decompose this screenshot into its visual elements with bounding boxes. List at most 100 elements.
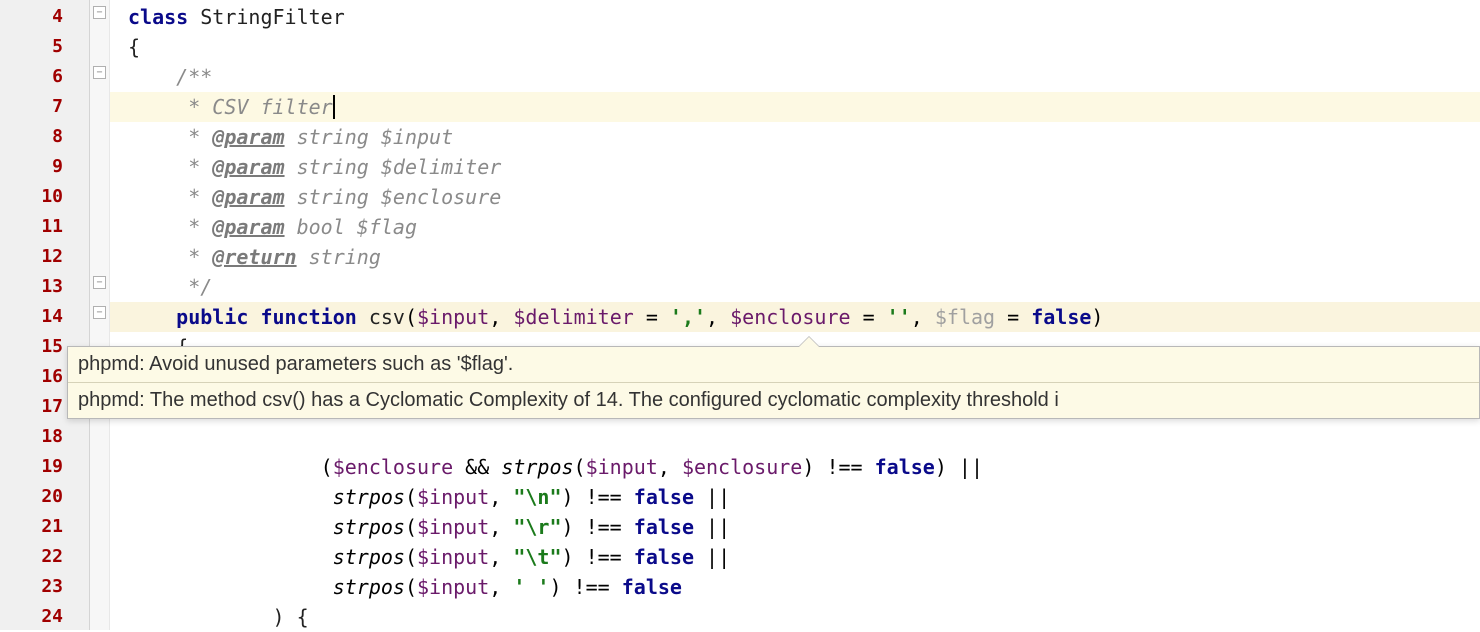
fold-toggle-icon[interactable]: − [93, 276, 106, 289]
code-editor[interactable]: 4 5 6 7 8 9 10 11 12 13 14 15 16 17 18 1… [0, 0, 1480, 630]
operator: = [634, 305, 670, 329]
variable: $input [417, 485, 489, 509]
string-literal: "\t" [513, 545, 561, 569]
fold-toggle-icon[interactable]: − [93, 6, 106, 19]
doc-comment: * [176, 155, 212, 179]
function-call: strpos [333, 485, 405, 509]
operator: !== [574, 485, 634, 509]
comma: , [489, 545, 513, 569]
operator: !== [574, 545, 634, 569]
code-line[interactable]: /** [110, 62, 1480, 92]
line-number: 12 [0, 242, 89, 272]
variable: $input [417, 305, 489, 329]
code-line[interactable]: strpos($input, "\t") !== false || [110, 542, 1480, 572]
code-line[interactable]: strpos($input, "\r") !== false || [110, 512, 1480, 542]
operator: !== [562, 575, 622, 599]
doc-comment: * [176, 125, 212, 149]
function-call: strpos [333, 545, 405, 569]
tooltip-arrow-icon [798, 336, 820, 347]
code-line[interactable]: ) { [110, 602, 1480, 632]
line-number: 10 [0, 182, 89, 212]
doc-comment-text: string [297, 245, 381, 269]
paren: ) [562, 545, 574, 569]
code-line[interactable]: * @param bool $flag [110, 212, 1480, 242]
operator: || [947, 455, 983, 479]
function-call: strpos [333, 575, 405, 599]
doc-comment-text: string $input [285, 125, 454, 149]
boolean-literal: false [875, 455, 935, 479]
code-line[interactable]: strpos($input, "\n") !== false || [110, 482, 1480, 512]
doc-comment: */ [176, 275, 212, 299]
inspection-message: phpmd: The method csv() has a Cyclomatic… [68, 382, 1479, 418]
variable: $input [417, 575, 489, 599]
operator: || [694, 515, 730, 539]
code-area[interactable]: class StringFilter { /** * CSV filter * … [110, 0, 1480, 630]
comma: , [911, 305, 935, 329]
code-line[interactable]: * @return string [110, 242, 1480, 272]
code-line[interactable]: * @param string $enclosure [110, 182, 1480, 212]
boolean-literal: false [634, 485, 694, 509]
line-number: 4 [0, 2, 89, 32]
brace: { [128, 35, 140, 59]
line-number: 5 [0, 32, 89, 62]
code-line[interactable]: * CSV filter [110, 92, 1480, 122]
boolean-literal: false [1031, 305, 1091, 329]
comma: , [489, 515, 513, 539]
text-caret [333, 95, 335, 119]
code-line[interactable]: { [110, 32, 1480, 62]
operator: || [694, 545, 730, 569]
variable: $enclosure [730, 305, 850, 329]
comma: , [489, 305, 513, 329]
fold-toggle-icon[interactable]: − [93, 66, 106, 79]
comma: , [489, 485, 513, 509]
function-call: strpos [501, 455, 573, 479]
doc-tag: @param [212, 155, 284, 179]
keyword: function [260, 305, 356, 329]
line-number: 6 [0, 62, 89, 92]
fold-gutter: − − − − [90, 0, 110, 630]
brace: ) { [273, 605, 309, 629]
line-number: 13 [0, 272, 89, 302]
fold-toggle-icon[interactable]: − [93, 306, 106, 319]
line-number: 23 [0, 572, 89, 602]
inspection-message: phpmd: Avoid unused parameters such as '… [68, 347, 1479, 382]
variable: $input [586, 455, 658, 479]
doc-comment-text: string $enclosure [285, 185, 502, 209]
class-name: StringFilter [200, 5, 345, 29]
doc-comment: * [176, 185, 212, 209]
boolean-literal: false [634, 515, 694, 539]
code-line[interactable]: * @param string $delimiter [110, 152, 1480, 182]
code-line[interactable]: strpos($input, ' ') !== false [110, 572, 1480, 602]
code-line[interactable] [110, 422, 1480, 452]
variable: $input [417, 545, 489, 569]
function-name: csv [369, 305, 405, 329]
line-number: 24 [0, 602, 89, 632]
code-line[interactable]: class StringFilter [110, 2, 1480, 32]
paren: ( [405, 515, 417, 539]
operator: || [694, 485, 730, 509]
line-number: 22 [0, 542, 89, 572]
code-line[interactable]: ($enclosure && strpos($input, $enclosure… [110, 452, 1480, 482]
operator: !== [574, 515, 634, 539]
line-number-gutter: 4 5 6 7 8 9 10 11 12 13 14 15 16 17 18 1… [0, 0, 90, 630]
line-number: 7 [0, 92, 89, 122]
keyword: public [176, 305, 248, 329]
doc-comment-text: bool $flag [285, 215, 417, 239]
string-literal: ' ' [513, 575, 549, 599]
line-number: 8 [0, 122, 89, 152]
paren: ( [405, 305, 417, 329]
string-literal: ',' [670, 305, 706, 329]
line-number: 9 [0, 152, 89, 182]
code-line[interactable]: * @param string $input [110, 122, 1480, 152]
string-literal: "\n" [513, 485, 561, 509]
code-line[interactable]: */ [110, 272, 1480, 302]
doc-comment-text: CSV filter [212, 95, 332, 119]
operator: !== [814, 455, 874, 479]
comma: , [706, 305, 730, 329]
paren: ( [321, 455, 333, 479]
keyword: class [128, 5, 188, 29]
code-line[interactable]: public function csv($input, $delimiter =… [110, 302, 1480, 332]
line-number: 11 [0, 212, 89, 242]
variable: $delimiter [513, 305, 633, 329]
variable: $input [417, 515, 489, 539]
